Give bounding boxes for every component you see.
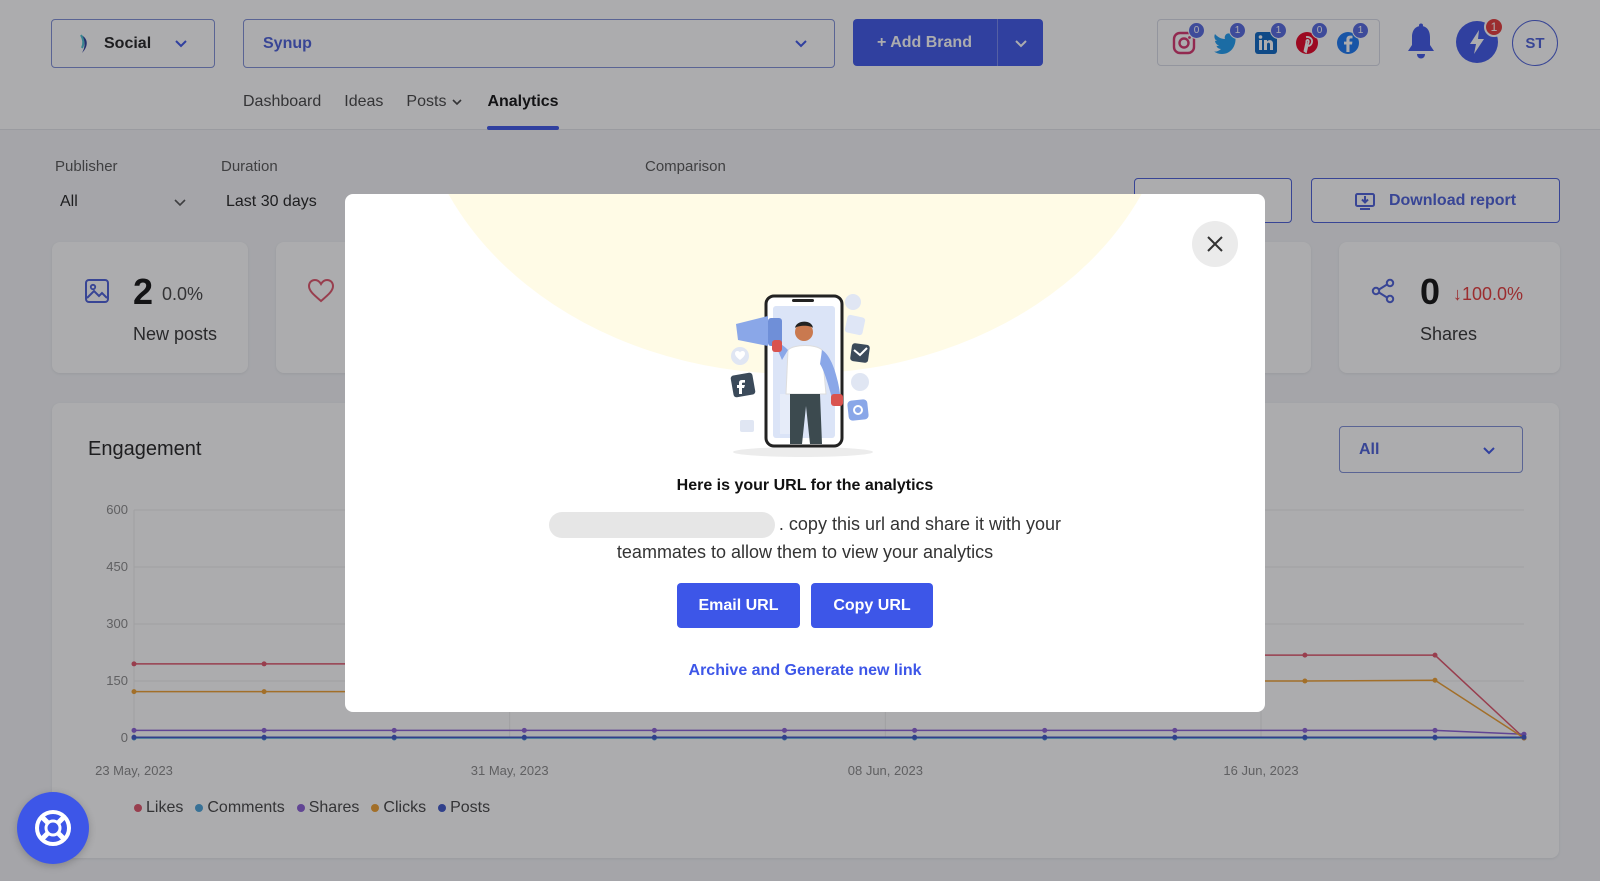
lifebuoy-icon xyxy=(35,810,71,846)
modal-message: . copy this url and share it with your t… xyxy=(345,510,1265,566)
modal-message-part1: . copy this url and share it with your xyxy=(778,514,1062,534)
copy-url-button[interactable]: Copy URL xyxy=(811,583,933,628)
share-url-redacted[interactable] xyxy=(548,512,775,539)
help-button[interactable] xyxy=(17,792,89,864)
archive-generate-link[interactable]: Archive and Generate new link xyxy=(345,662,1265,680)
close-button[interactable] xyxy=(1192,221,1238,267)
close-icon xyxy=(1207,236,1223,252)
modal-heading: Here is your URL for the analytics xyxy=(676,477,934,494)
email-url-button[interactable]: Email URL xyxy=(677,583,800,628)
megaphone-illustration-icon xyxy=(730,294,873,457)
modal-message-part2: teammates to allow them to view your ana… xyxy=(616,542,994,563)
share-url-modal: Here is your URL for the analytics . cop… xyxy=(345,194,1265,712)
